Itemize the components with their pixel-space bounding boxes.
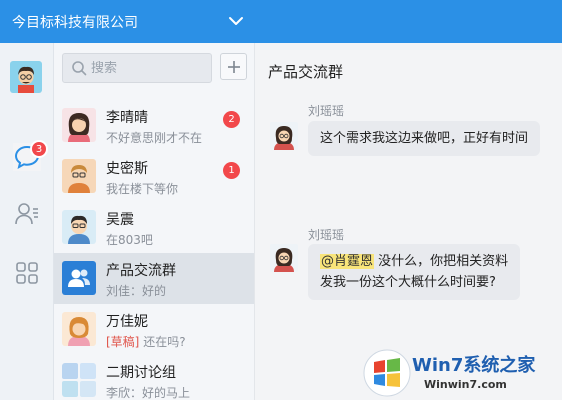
conversation-preview: 在803吧 <box>106 233 153 247</box>
plus-icon <box>227 60 240 73</box>
watermark-title: Win7系统之家 <box>412 355 536 376</box>
windows-logo-icon <box>363 349 411 397</box>
message-sender: 刘瑶瑶 <box>308 228 345 242</box>
conversation-item[interactable]: 史密斯 我在楼下等你 1 <box>54 151 254 202</box>
message-line: 发我一份这个大概什么时间要? <box>320 275 496 290</box>
contacts-icon <box>15 203 38 225</box>
conversation-item[interactable]: 二期讨论组 李欣：好的马上 <box>54 355 254 400</box>
conversation-name: 二期讨论组 <box>106 365 176 381</box>
conversation-preview: [草稿] 还在吗? <box>106 333 226 350</box>
watermark-url: Winwin7.com <box>424 378 507 391</box>
conversation-preview: 我在楼下等你 <box>106 182 179 196</box>
unread-badge: 3 <box>30 140 48 158</box>
left-rail: 3 <box>0 43 54 400</box>
search-input[interactable] <box>91 60 201 76</box>
avatar <box>62 108 96 142</box>
watermark: Win7系统之家 Winwin7.com <box>362 345 562 400</box>
conversation-preview: 刘佳：好的 <box>106 284 167 298</box>
chevron-down-icon[interactable] <box>227 12 245 30</box>
avatar[interactable] <box>270 244 298 272</box>
unread-count-badge: 2 <box>223 111 240 128</box>
chat-title: 产品交流群 <box>268 63 344 81</box>
nav-contacts[interactable] <box>13 200 41 228</box>
avatar[interactable] <box>270 122 298 150</box>
message-text: 没什么，你把相关资料 <box>374 254 509 269</box>
message-bubble: 这个需求我这边来做吧，正好有时间 <box>308 121 541 156</box>
conversation-item[interactable]: 吴震 在803吧 <box>54 202 254 253</box>
group-avatar <box>62 261 96 295</box>
conversation-name: 产品交流群 <box>106 263 176 279</box>
conversation-item[interactable]: 李晴晴 不好意思刚才不在 2 <box>54 100 254 151</box>
group-avatar <box>62 363 96 397</box>
avatar <box>62 210 96 244</box>
draft-tag: [草稿] <box>106 335 140 349</box>
add-button[interactable] <box>220 53 247 80</box>
avatar <box>62 312 96 346</box>
draft-text: 还在吗? <box>139 335 186 349</box>
top-bar: 今目标科技有限公司 <box>0 0 562 43</box>
search-box[interactable] <box>62 53 212 83</box>
message-sender: 刘瑶瑶 <box>308 104 345 118</box>
conversation-name: 吴震 <box>106 212 134 228</box>
avatar <box>62 159 96 193</box>
my-avatar[interactable] <box>10 61 42 93</box>
nav-apps[interactable] <box>13 259 41 287</box>
conversation-name: 李晴晴 <box>106 110 148 126</box>
unread-count-badge: 1 <box>223 162 240 179</box>
message-line: @肖霆恩 没什么，你把相关资料 <box>320 251 508 272</box>
mention-tag[interactable]: @肖霆恩 <box>320 254 375 269</box>
apps-grid-icon <box>16 262 38 284</box>
conversation-item-active[interactable]: 产品交流群 刘佳：好的 <box>54 253 254 304</box>
conversation-preview: 李欣：好的马上 <box>106 386 191 400</box>
company-name: 今目标科技有限公司 <box>12 14 138 31</box>
conversation-list: 李晴晴 不好意思刚才不在 2 史密斯 我在楼下等你 1 <box>54 43 255 400</box>
message-bubble: @肖霆恩 没什么，你把相关资料 发我一份这个大概什么时间要? <box>308 244 521 300</box>
conversation-item[interactable]: 万佳妮 [草稿] 还在吗? <box>54 304 254 355</box>
group-icon <box>62 261 96 295</box>
conversation-name: 万佳妮 <box>106 314 148 330</box>
conversation-preview: 不好意思刚才不在 <box>106 131 203 145</box>
search-icon <box>72 61 87 76</box>
conversation-name: 史密斯 <box>106 161 148 177</box>
